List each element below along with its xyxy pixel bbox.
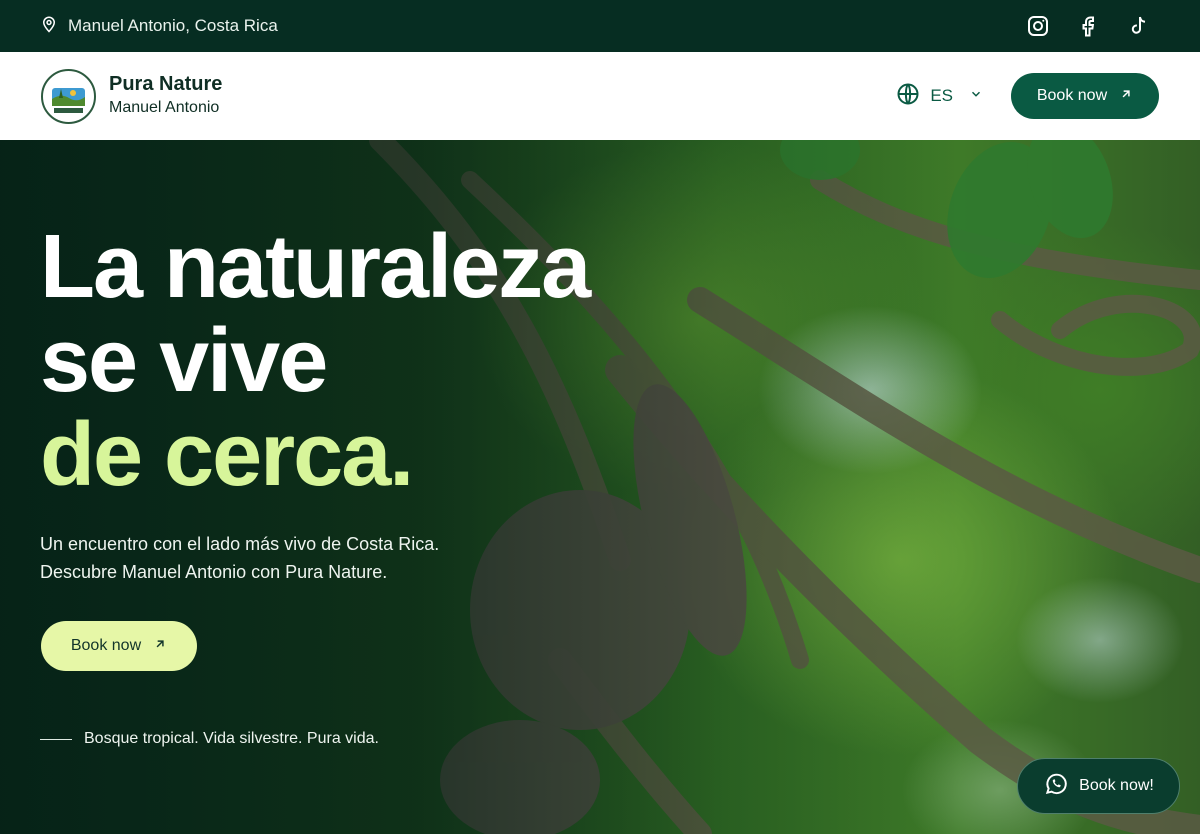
hero-headline: La naturaleza se vive de cerca. [40, 217, 591, 505]
tagline-divider [40, 738, 72, 740]
instagram-icon[interactable] [1026, 14, 1050, 38]
whatsapp-icon [1043, 771, 1069, 802]
book-now-label: Book now [1036, 87, 1108, 104]
hero-book-now-label: Book now [70, 637, 142, 654]
brand-name: Pura Nature [109, 73, 223, 95]
location: Manuel Antonio, Costa Rica [40, 15, 278, 38]
whatsapp-book-label: Book now! [1079, 777, 1154, 794]
location-text: Manuel Antonio, Costa Rica [68, 16, 278, 35]
facebook-icon[interactable] [1076, 14, 1100, 38]
globe-icon [896, 82, 920, 111]
map-pin-icon [40, 15, 58, 38]
language-code: ES [930, 86, 953, 105]
arrow-up-right-icon [1119, 87, 1133, 106]
book-now-button[interactable]: Book now [1011, 73, 1159, 119]
arrow-up-right-icon [153, 637, 167, 656]
whatsapp-book-button[interactable]: Book now! [1017, 758, 1180, 814]
hero-description: Un encuentro con el lado más vivo de Cos… [40, 530, 589, 586]
hero-section: La naturaleza se vive de cerca. Un encue… [0, 140, 1200, 834]
main-header: Pura Nature Manuel Antonio ES Book now [0, 52, 1200, 140]
hero-book-now-button[interactable]: Book now [41, 621, 197, 671]
top-bar: Manuel Antonio, Costa Rica [0, 0, 1200, 52]
hero-description-line-1: Un encuentro con el lado más vivo de Cos… [40, 534, 440, 554]
headline-line-1: La naturaleza [40, 217, 591, 317]
hero-description-line-2: Descubre Manuel Antonio con Pura Nature. [40, 562, 388, 582]
language-selector[interactable]: ES [896, 82, 983, 111]
header-actions: ES Book now [896, 73, 1159, 119]
logo [41, 68, 96, 124]
brand[interactable]: Pura Nature Manuel Antonio [41, 68, 223, 124]
hero-content: La naturaleza se vive de cerca. Un encue… [40, 217, 591, 586]
tagline-text: Bosque tropical. Vida silvestre. Pura vi… [84, 730, 379, 747]
hero-tagline: Bosque tropical. Vida silvestre. Pura vi… [40, 730, 379, 748]
tiktok-icon[interactable] [1126, 14, 1150, 38]
headline-line-2: se vive [40, 311, 328, 411]
brand-subtitle: Manuel Antonio [109, 99, 220, 116]
headline-line-3: de cerca. [40, 405, 414, 505]
chevron-down-icon [969, 86, 983, 106]
social-links [1026, 14, 1160, 38]
